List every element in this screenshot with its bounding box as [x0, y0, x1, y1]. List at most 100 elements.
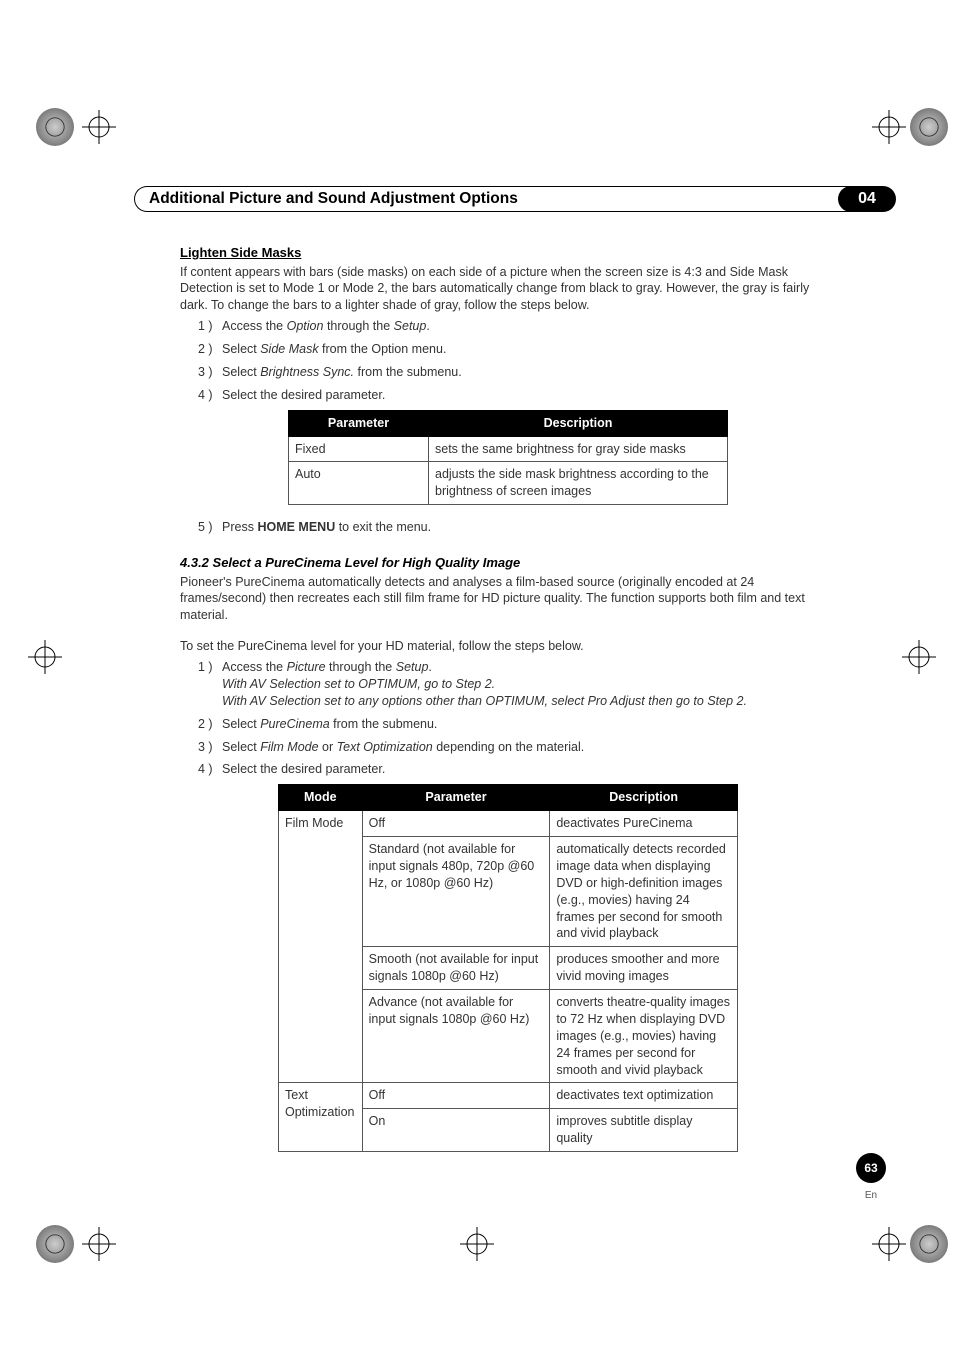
print-registration-mark	[910, 108, 948, 146]
table-cell: automatically detects recorded image dat…	[550, 837, 738, 947]
section-heading-lighten-side-masks: Lighten Side Masks	[180, 244, 836, 262]
table-cell: Fixed	[289, 436, 429, 462]
step-item: 5 )Press HOME MENU to exit the menu.	[198, 519, 836, 536]
step-text: from the submenu.	[330, 717, 438, 731]
step-number: 5 )	[198, 519, 222, 536]
step-text: to exit the menu.	[335, 520, 431, 534]
table-header: Parameter	[289, 410, 429, 436]
step-text: Access the	[222, 660, 287, 674]
table-cell: Text Optimization	[279, 1083, 363, 1152]
print-registration-mark	[910, 1225, 948, 1263]
table-header: Description	[550, 785, 738, 811]
step-number: 3 )	[198, 364, 222, 381]
print-crosshair-icon	[902, 640, 936, 674]
step-number: 1 )	[198, 659, 222, 676]
section1-steps: 1 )Access the Option through the Setup. …	[180, 318, 836, 404]
section1-step5: 5 )Press HOME MENU to exit the menu.	[180, 519, 836, 536]
table-header: Mode	[279, 785, 363, 811]
table-cell: adjusts the side mask brightness accordi…	[429, 462, 728, 505]
table-header: Parameter	[362, 785, 550, 811]
step-item: 4 )Select the desired parameter.	[198, 387, 836, 404]
page-content: Lighten Side Masks If content appears wi…	[180, 244, 836, 1166]
step-text: .	[428, 660, 431, 674]
table-cell: Standard (not available for input signal…	[362, 837, 550, 947]
table-cell: Film Mode	[279, 811, 363, 1083]
step-item: 2 )Select PureCinema from the submenu.	[198, 716, 836, 733]
step-item: 4 )Select the desired parameter.	[198, 761, 836, 778]
step-text: from the submenu.	[354, 365, 462, 379]
step-text: through the	[326, 660, 396, 674]
step-text: through the	[323, 319, 393, 333]
step-italic: Side Mask	[260, 342, 318, 356]
step-text: .	[426, 319, 429, 333]
chapter-title: Additional Picture and Sound Adjustment …	[134, 186, 852, 212]
table-cell: Advance (not available for input signals…	[362, 990, 550, 1083]
table-cell: Off	[362, 811, 550, 837]
print-crosshair-icon	[82, 1227, 116, 1261]
table-cell: sets the same brightness for gray side m…	[429, 436, 728, 462]
table-row: Film Mode Off deactivates PureCinema	[279, 811, 738, 837]
step-italic: PureCinema	[260, 717, 329, 731]
step-item: 1 )Access the Picture through the Setup.…	[198, 659, 836, 710]
step-italic: Option	[287, 319, 324, 333]
step-item: 3 )Select Brightness Sync. from the subm…	[198, 364, 836, 381]
print-crosshair-icon	[872, 1227, 906, 1261]
step-item: 3 )Select Film Mode or Text Optimization…	[198, 739, 836, 756]
table-cell: produces smoother and more vivid moving …	[550, 947, 738, 990]
table-header: Description	[429, 410, 728, 436]
step-text: Select the desired parameter.	[222, 762, 385, 776]
section2-lead: To set the PureCinema level for your HD …	[180, 638, 836, 655]
step-item: 2 )Select Side Mask from the Option menu…	[198, 341, 836, 358]
step-text: or	[319, 740, 337, 754]
table-row: Text Optimization Off deactivates text o…	[279, 1083, 738, 1109]
step-text: Access the	[222, 319, 287, 333]
step-text: Select	[222, 342, 260, 356]
step-number: 3 )	[198, 739, 222, 756]
page-number-badge: 63	[856, 1153, 886, 1183]
step-sub-italic: With AV Selection set to any options oth…	[198, 693, 836, 710]
step-bold: HOME MENU	[257, 520, 335, 534]
table-cell: Off	[362, 1083, 550, 1109]
step-text: Select the desired parameter.	[222, 388, 385, 402]
print-crosshair-icon	[872, 110, 906, 144]
side-mask-parameter-table: Parameter Description Fixed sets the sam…	[288, 410, 728, 506]
step-text: from the Option menu.	[319, 342, 447, 356]
step-number: 4 )	[198, 761, 222, 778]
table-cell: Smooth (not available for input signals …	[362, 947, 550, 990]
step-number: 1 )	[198, 318, 222, 335]
step-text: Press	[222, 520, 257, 534]
print-registration-mark	[36, 108, 74, 146]
table-cell: converts theatre-quality images to 72 Hz…	[550, 990, 738, 1083]
chapter-number-badge: 04	[838, 186, 896, 212]
step-number: 4 )	[198, 387, 222, 404]
section2-intro: Pioneer's PureCinema automatically detec…	[180, 574, 836, 625]
step-italic: Brightness Sync.	[260, 365, 354, 379]
section2-steps: 1 )Access the Picture through the Setup.…	[180, 659, 836, 778]
purecinema-parameter-table: Mode Parameter Description Film Mode Off…	[278, 784, 738, 1152]
step-text: Select	[222, 717, 260, 731]
step-italic: Setup	[394, 319, 427, 333]
step-sub-italic: With AV Selection set to OPTIMUM, go to …	[198, 676, 836, 693]
step-italic: Picture	[287, 660, 326, 674]
page-language-label: En	[856, 1190, 886, 1201]
print-crosshair-icon	[28, 640, 62, 674]
step-italic: Text Optimization	[337, 740, 433, 754]
step-item: 1 )Access the Option through the Setup.	[198, 318, 836, 335]
table-cell: deactivates text optimization	[550, 1083, 738, 1109]
table-cell: On	[362, 1109, 550, 1152]
table-cell: improves subtitle display quality	[550, 1109, 738, 1152]
step-number: 2 )	[198, 341, 222, 358]
table-row: Fixed sets the same brightness for gray …	[289, 436, 728, 462]
table-cell: Auto	[289, 462, 429, 505]
step-italic: Film Mode	[260, 740, 318, 754]
step-text: Select	[222, 740, 260, 754]
step-italic: Setup	[396, 660, 429, 674]
print-registration-mark	[36, 1225, 74, 1263]
print-crosshair-icon	[460, 1227, 494, 1261]
chapter-header: Additional Picture and Sound Adjustment …	[134, 186, 896, 212]
step-text: depending on the material.	[433, 740, 585, 754]
table-cell: deactivates PureCinema	[550, 811, 738, 837]
section-heading-purecinema: 4.3.2 Select a PureCinema Level for High…	[180, 554, 836, 572]
step-number: 2 )	[198, 716, 222, 733]
table-row: Auto adjusts the side mask brightness ac…	[289, 462, 728, 505]
